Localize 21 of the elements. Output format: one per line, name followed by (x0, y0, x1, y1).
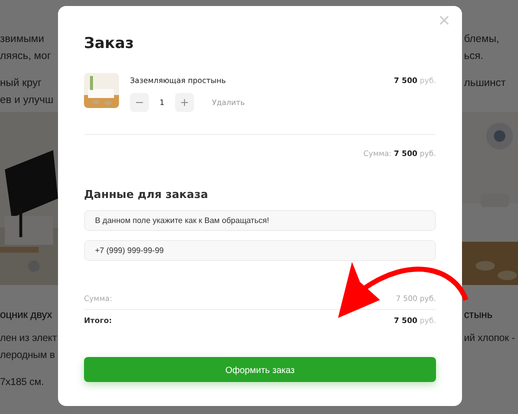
product-description: леродным в (0, 349, 56, 363)
paragraph-text: льшинст (464, 76, 507, 91)
modal-title: Заказ (84, 34, 135, 52)
input-field[interactable]: +7 (999) 999-99-99 (84, 240, 436, 262)
paragraph-text: ный круг (0, 76, 43, 91)
section-title: Данные для заказа (84, 188, 210, 201)
checkout-button[interactable]: Оформить заказ (84, 357, 436, 382)
paragraph-text: ляясь, мог (0, 49, 52, 64)
close-button[interactable]: × (434, 10, 454, 33)
product-description: ий хлопок - (464, 332, 516, 346)
plus-button[interactable]: + (175, 93, 194, 112)
paragraph-text: блемы, (464, 32, 500, 47)
minus-button[interactable]: − (130, 93, 149, 112)
product-description: лен из элект (0, 332, 58, 346)
paragraph-text: ься. (464, 49, 484, 64)
product-title: оцник двух (0, 308, 54, 323)
paragraph-text: ев и улучш (0, 93, 54, 108)
product-title: стынь (464, 308, 494, 323)
input-field[interactable]: В данном поле укажите как к Вам обращаться! (84, 210, 436, 232)
product-description: 7x185 см. (0, 376, 45, 390)
paragraph-text: звимыми (0, 32, 46, 47)
